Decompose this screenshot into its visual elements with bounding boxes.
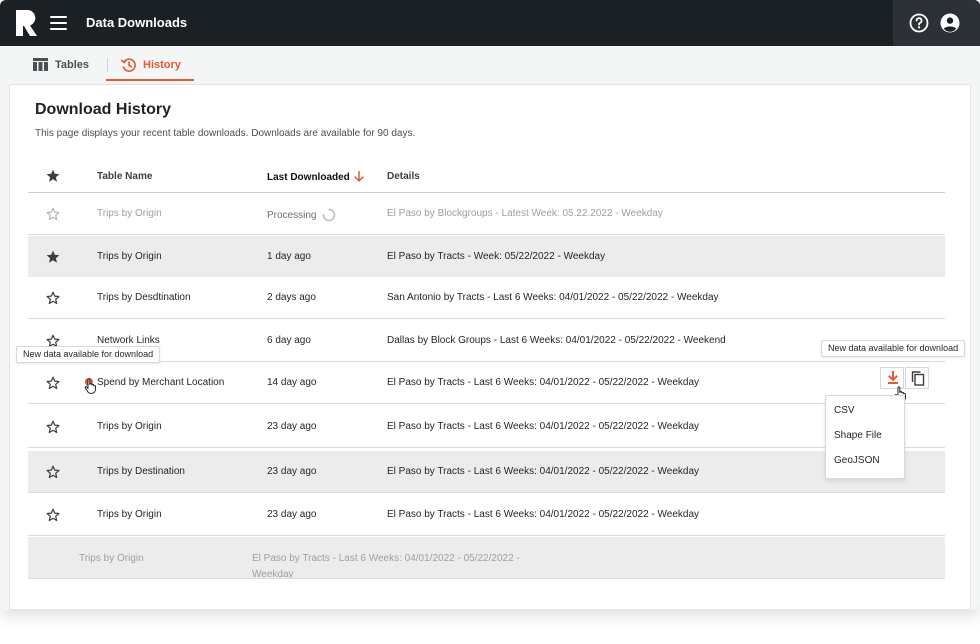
star-filled-icon[interactable]: [46, 250, 60, 264]
menu-item-csv[interactable]: CSV: [834, 401, 900, 421]
row-details: El Paso by Tracts - Week: 05/22/2022 - W…: [387, 251, 606, 262]
table-row[interactable]: Trips by Origin 1 day ago El Paso by Tra…: [28, 236, 945, 278]
row-table-name: Trips by Origin: [79, 553, 144, 564]
sort-down-icon[interactable]: [354, 171, 364, 182]
row-details: El Paso by Blockgroups - Latest Week: 05…: [387, 208, 663, 219]
table-row[interactable]: Spend by Merchant Location 14 day ago El…: [28, 362, 945, 404]
table-row-partial[interactable]: Trips by Origin El Paso by Tracts - Last…: [28, 537, 945, 579]
row-status-label: Processing: [267, 210, 317, 221]
table-header: Table Name Last Downloaded Details: [28, 160, 945, 193]
row-last-downloaded: 2 days ago: [267, 292, 316, 303]
row-details: El Paso by Tracts - Last 6 Weeks: 04/01/…: [387, 466, 700, 477]
column-header-last-downloaded[interactable]: Last Downloaded: [267, 171, 364, 183]
top-bar: Data Downloads: [0, 0, 980, 46]
help-icon[interactable]: [909, 13, 929, 33]
row-details: El Paso by Tracts - Last 6 Weeks: 04/01/…: [252, 553, 520, 579]
row-last-downloaded: 6 day ago: [267, 335, 311, 346]
topbar-actions: [893, 0, 980, 46]
row-table-name: Spend by Merchant Location: [97, 377, 225, 388]
tab-divider: [107, 58, 108, 72]
tab-bar: Tables History: [0, 46, 980, 84]
row-table-name: Trips by Origin: [97, 509, 162, 520]
new-data-tooltip: New data available for download: [16, 346, 161, 363]
download-icon: [888, 371, 898, 384]
table-row[interactable]: Trips by Origin 23 day ago El Paso by Tr…: [28, 494, 945, 536]
menu-icon[interactable]: [50, 16, 67, 30]
star-outline-icon[interactable]: [46, 376, 60, 390]
column-header-last-downloaded-label: Last Downloaded: [267, 172, 350, 183]
history-icon: [121, 58, 136, 72]
table-icon: [33, 58, 48, 71]
new-data-tooltip-download: New data available for download: [821, 340, 966, 357]
row-status: Processing: [267, 208, 336, 222]
star-outline-icon[interactable]: [46, 291, 60, 305]
tab-tables-label: Tables: [55, 59, 90, 71]
star-outline-icon[interactable]: [46, 465, 60, 479]
copy-button[interactable]: [905, 367, 929, 389]
account-icon[interactable]: [940, 13, 960, 33]
menu-item-shape-file[interactable]: Shape File: [834, 426, 900, 446]
page-subtitle: This page displays your recent table dow…: [35, 128, 416, 139]
row-table-name: Network Links: [97, 335, 160, 346]
row-last-downloaded: 14 day ago: [267, 377, 317, 388]
download-format-menu: CSV Shape File GeoJSON: [825, 395, 905, 479]
star-outline-icon[interactable]: [46, 207, 60, 221]
star-filled-icon[interactable]: [46, 169, 60, 183]
row-details: El Paso by Tracts - Last 6 Weeks: 04/01/…: [387, 377, 700, 388]
row-details: San Antonio by Tracts - Last 6 Weeks: 04…: [387, 292, 719, 303]
app-window: Data Downloads Tables History Download H…: [0, 0, 980, 644]
row-table-name: Trips by Origin: [97, 421, 162, 432]
row-last-downloaded: 23 day ago: [267, 466, 317, 477]
menu-item-geojson[interactable]: GeoJSON: [834, 451, 900, 471]
star-outline-icon[interactable]: [46, 508, 60, 522]
row-details: El Paso by Tracts - Last 6 Weeks: 04/01/…: [387, 509, 700, 520]
row-last-downloaded: 23 day ago: [267, 421, 317, 432]
tab-history[interactable]: History: [106, 57, 194, 81]
tab-history-label: History: [143, 59, 181, 71]
star-outline-icon[interactable]: [46, 420, 60, 434]
row-table-name: Trips by Desdtination: [97, 292, 191, 303]
table-row[interactable]: Network Links 6 day ago Dallas by Block …: [28, 320, 945, 362]
table-row[interactable]: Trips by Origin 23 day ago El Paso by Tr…: [28, 406, 945, 448]
r-logo-icon[interactable]: [16, 10, 38, 36]
row-details: El Paso by Tracts - Last 6 Weeks: 04/01/…: [387, 421, 700, 432]
copy-icon: [911, 371, 925, 386]
loading-spinner-icon: [323, 208, 336, 222]
column-header-details[interactable]: Details: [387, 171, 420, 182]
page-title: Download History: [35, 101, 172, 118]
app-title: Data Downloads: [86, 15, 188, 30]
table-row[interactable]: Trips by Destination 23 day ago El Paso …: [28, 451, 945, 493]
row-table-name: Trips by Origin: [97, 251, 162, 262]
window-frame: Data Downloads Tables History Download H…: [0, 0, 980, 610]
table-row[interactable]: Trips by Desdtination 2 days ago San Ant…: [28, 277, 945, 319]
table-row[interactable]: Trips by Origin Processing El Paso by Bl…: [28, 193, 945, 235]
row-table-name: Trips by Destination: [97, 466, 185, 477]
column-header-table-name[interactable]: Table Name: [97, 171, 152, 182]
pointer-cursor-icon: [84, 378, 96, 394]
row-last-downloaded: 1 day ago: [267, 251, 311, 262]
row-details: Dallas by Block Groups - Last 6 Weeks: 0…: [387, 335, 726, 346]
row-table-name: Trips by Origin: [97, 208, 162, 219]
row-last-downloaded: 23 day ago: [267, 509, 317, 520]
